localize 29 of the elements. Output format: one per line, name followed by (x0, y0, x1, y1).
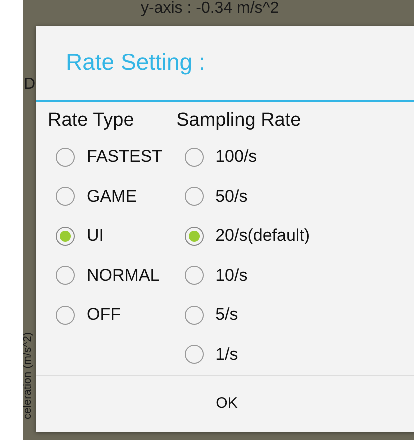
radio-option[interactable]: GAME (48, 177, 163, 217)
radio-button[interactable] (184, 187, 204, 206)
radio-option[interactable]: UI (48, 216, 163, 256)
radio-button[interactable] (184, 266, 204, 286)
radio-option[interactable]: NORMAL (48, 256, 163, 296)
dialog-title: Rate Setting : (36, 26, 414, 102)
column-heading: Rate Type (48, 110, 136, 133)
radio-button[interactable] (184, 345, 204, 364)
radio-option[interactable]: 100/s (176, 138, 310, 178)
label-text: D (24, 76, 36, 94)
radio-button[interactable] (56, 148, 75, 167)
radio-option[interactable]: 20/s(default) (176, 216, 310, 256)
radio-button[interactable] (56, 306, 75, 325)
radio-button[interactable] (184, 226, 204, 246)
radio-option[interactable]: 50/s (176, 177, 310, 217)
radio-button[interactable] (56, 266, 75, 286)
radio-button[interactable] (184, 148, 204, 167)
radio-option[interactable]: OFF (48, 296, 163, 336)
radio-option[interactable]: 10/s (176, 256, 310, 296)
radio-option[interactable]: 1/s (176, 335, 310, 375)
radio-button[interactable] (56, 226, 75, 246)
axis-label: celeration (m/s^2) (22, 331, 34, 422)
ok-button[interactable]: OK (36, 376, 414, 432)
radio-option[interactable]: FASTEST (48, 138, 163, 178)
radio-button[interactable] (56, 187, 75, 206)
column-heading: Sampling Rate (176, 110, 302, 133)
radio-option[interactable]: 5/s (176, 296, 310, 336)
sensor-reading: y-axis : -0.34 m/s^2 (141, 0, 280, 18)
radio-button[interactable] (184, 306, 204, 325)
